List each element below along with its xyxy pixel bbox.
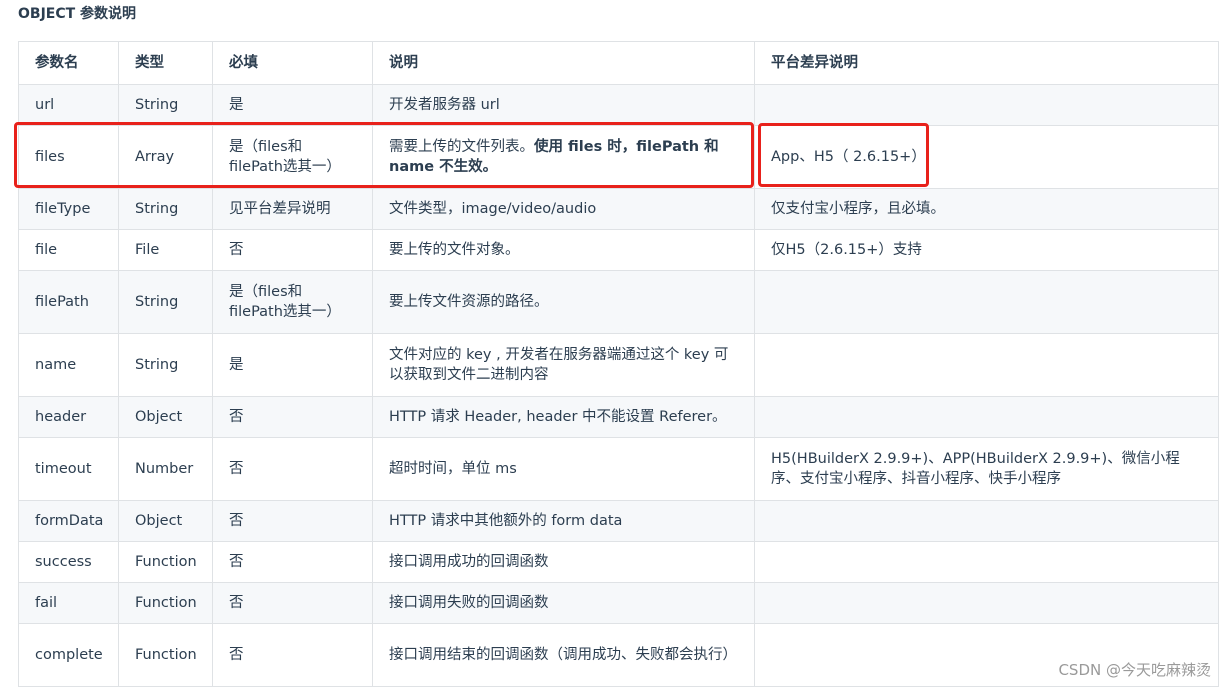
table-header-row: 参数名 类型 必填 说明 平台差异说明 bbox=[18, 41, 1219, 85]
cell-type: String bbox=[118, 84, 213, 126]
cell-platform bbox=[754, 333, 1219, 397]
params-table: 参数名 类型 必填 说明 平台差异说明 url String 是 开发者服务器 … bbox=[18, 41, 1219, 687]
table-row: file File 否 要上传的文件对象。 仅H5（2.6.15+）支持 bbox=[18, 229, 1219, 271]
cell-param-name: fileType bbox=[18, 188, 119, 230]
col-header-description: 说明 bbox=[372, 41, 755, 85]
cell-type: Object bbox=[118, 500, 213, 542]
col-header-param-name: 参数名 bbox=[18, 41, 119, 85]
cell-platform: App、H5（ 2.6.15+） bbox=[754, 125, 1219, 189]
col-header-type: 类型 bbox=[118, 41, 213, 85]
cell-description: HTTP 请求中其他额外的 form data bbox=[372, 500, 755, 542]
table-row: files Array 是（files和filePath选其一） 需要上传的文件… bbox=[18, 125, 1219, 189]
cell-param-name: header bbox=[18, 396, 119, 438]
table-row: fileType String 见平台差异说明 文件类型，image/video… bbox=[18, 188, 1219, 230]
cell-required: 见平台差异说明 bbox=[212, 188, 373, 230]
cell-platform bbox=[754, 582, 1219, 624]
cell-type: String bbox=[118, 333, 213, 397]
cell-required: 是（files和filePath选其一） bbox=[212, 270, 373, 334]
cell-description: 接口调用成功的回调函数 bbox=[372, 541, 755, 583]
cell-description: 需要上传的文件列表。使用 files 时，filePath 和 name 不生效… bbox=[372, 125, 755, 189]
col-header-platform-diff: 平台差异说明 bbox=[754, 41, 1219, 85]
cell-description: 要上传的文件对象。 bbox=[372, 229, 755, 271]
cell-type: File bbox=[118, 229, 213, 271]
section-heading: OBJECT 参数说明 bbox=[18, 6, 137, 22]
cell-description: 接口调用失败的回调函数 bbox=[372, 582, 755, 624]
table-row: fail Function 否 接口调用失败的回调函数 bbox=[18, 582, 1219, 624]
cell-platform bbox=[754, 84, 1219, 126]
cell-type: Function bbox=[118, 623, 213, 687]
cell-type: Function bbox=[118, 541, 213, 583]
col-header-required: 必填 bbox=[212, 41, 373, 85]
cell-description: HTTP 请求 Header, header 中不能设置 Referer。 bbox=[372, 396, 755, 438]
cell-param-name: files bbox=[18, 125, 119, 189]
cell-required: 是 bbox=[212, 333, 373, 397]
cell-param-name: timeout bbox=[18, 437, 119, 501]
cell-description: 要上传文件资源的路径。 bbox=[372, 270, 755, 334]
cell-platform: 仅支付宝小程序，且必填。 bbox=[754, 188, 1219, 230]
cell-platform bbox=[754, 541, 1219, 583]
cell-description: 接口调用结束的回调函数（调用成功、失败都会执行） bbox=[372, 623, 755, 687]
table-row: filePath String 是（files和filePath选其一） 要上传… bbox=[18, 270, 1219, 334]
cell-platform bbox=[754, 396, 1219, 438]
cell-description: 文件对应的 key , 开发者在服务器端通过这个 key 可以获取到文件二进制内… bbox=[372, 333, 755, 397]
cell-required: 否 bbox=[212, 396, 373, 438]
table-row: timeout Number 否 超时时间，单位 ms H5(HBuilderX… bbox=[18, 437, 1219, 501]
cell-param-name: name bbox=[18, 333, 119, 397]
cell-param-name: file bbox=[18, 229, 119, 271]
cell-param-name: filePath bbox=[18, 270, 119, 334]
cell-description: 开发者服务器 url bbox=[372, 84, 755, 126]
cell-type: Object bbox=[118, 396, 213, 438]
cell-required: 否 bbox=[212, 500, 373, 542]
cell-description: 超时时间，单位 ms bbox=[372, 437, 755, 501]
csdn-watermark: CSDN @今天吃麻辣烫 bbox=[1058, 661, 1211, 679]
table-row: header Object 否 HTTP 请求 Header, header 中… bbox=[18, 396, 1219, 438]
cell-type: Function bbox=[118, 582, 213, 624]
cell-param-name: complete bbox=[18, 623, 119, 687]
cell-platform bbox=[754, 270, 1219, 334]
table-row: success Function 否 接口调用成功的回调函数 bbox=[18, 541, 1219, 583]
table-row: name String 是 文件对应的 key , 开发者在服务器端通过这个 k… bbox=[18, 333, 1219, 397]
table-row: formData Object 否 HTTP 请求中其他额外的 form dat… bbox=[18, 500, 1219, 542]
cell-platform: H5(HBuilderX 2.9.9+)、APP(HBuilderX 2.9.9… bbox=[754, 437, 1219, 501]
cell-param-name: fail bbox=[18, 582, 119, 624]
cell-param-name: formData bbox=[18, 500, 119, 542]
cell-type: String bbox=[118, 270, 213, 334]
cell-required: 否 bbox=[212, 623, 373, 687]
description-text: 需要上传的文件列表。 bbox=[389, 139, 534, 155]
cell-required: 否 bbox=[212, 229, 373, 271]
cell-platform: 仅H5（2.6.15+）支持 bbox=[754, 229, 1219, 271]
cell-param-name: url bbox=[18, 84, 119, 126]
cell-param-name: success bbox=[18, 541, 119, 583]
cell-platform bbox=[754, 500, 1219, 542]
cell-description: 文件类型，image/video/audio bbox=[372, 188, 755, 230]
table-row: url String 是 开发者服务器 url bbox=[18, 84, 1219, 126]
cell-required: 是（files和filePath选其一） bbox=[212, 125, 373, 189]
cell-required: 否 bbox=[212, 541, 373, 583]
cell-type: Array bbox=[118, 125, 213, 189]
cell-required: 否 bbox=[212, 437, 373, 501]
cell-required: 是 bbox=[212, 84, 373, 126]
cell-type: Number bbox=[118, 437, 213, 501]
table-row: complete Function 否 接口调用结束的回调函数（调用成功、失败都… bbox=[18, 623, 1219, 687]
cell-type: String bbox=[118, 188, 213, 230]
cell-required: 否 bbox=[212, 582, 373, 624]
